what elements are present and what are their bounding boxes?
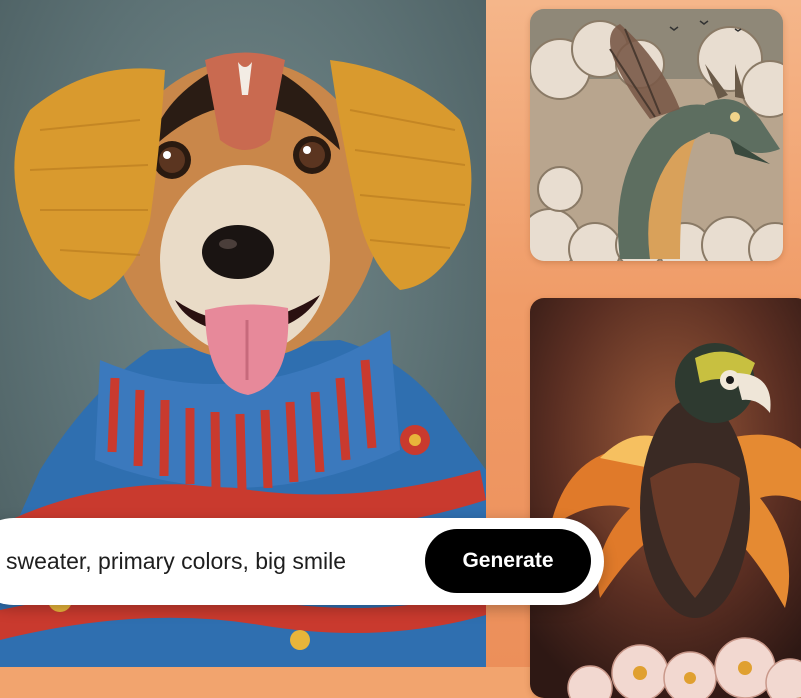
- parrot-illustration: [530, 298, 801, 698]
- dragon-illustration: [530, 9, 783, 261]
- prompt-input[interactable]: sweater, primary colors, big smile: [6, 518, 346, 605]
- generate-button[interactable]: Generate: [425, 529, 591, 593]
- generated-image-dragon[interactable]: [530, 9, 783, 261]
- prompt-bar: sweater, primary colors, big smile Gener…: [0, 518, 604, 605]
- generated-image-parrot[interactable]: [530, 298, 801, 698]
